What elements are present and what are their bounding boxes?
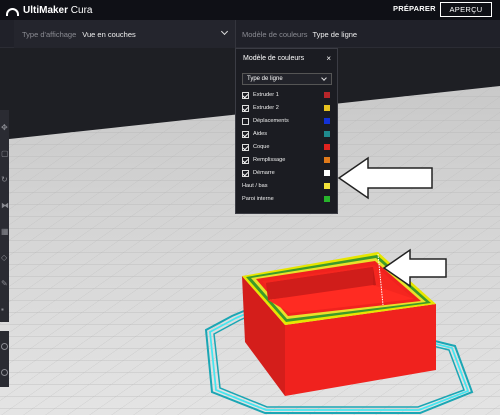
left-toolbar: ✥ ▢ ↻ ⧓ ▦ ◇ ✎ ▪ [0, 110, 9, 322]
info-icon[interactable] [1, 343, 8, 350]
legend-row-travels[interactable]: Déplacements [242, 116, 332, 126]
left-toolbar-bottom [0, 331, 9, 387]
support-blocker-icon[interactable]: ◇ [1, 254, 8, 262]
color-swatch [324, 92, 330, 98]
chevron-down-icon [220, 27, 229, 36]
color-model-label: Modèle de couleurs [242, 29, 308, 39]
legend-row-starts[interactable]: Démarre [242, 168, 332, 178]
preview-tab[interactable]: APERÇU [440, 2, 492, 17]
color-swatch [324, 131, 330, 137]
mirror-tool-icon[interactable]: ⧓ [1, 202, 9, 210]
rotate-tool-icon[interactable]: ↻ [1, 176, 8, 184]
legend-row-extruder-2[interactable]: Extruder 2 [242, 103, 332, 113]
checkbox[interactable] [242, 130, 249, 138]
move-tool-icon[interactable]: ✥ [1, 124, 8, 132]
legend-row-infill[interactable]: Remplissage [242, 155, 332, 165]
legend-row-helpers[interactable]: Aides [242, 129, 332, 139]
layer-icon[interactable]: ▪ [1, 306, 8, 314]
scale-tool-icon[interactable]: ▢ [1, 150, 9, 158]
popup-title: Modèle de couleurs [243, 55, 305, 62]
checkbox[interactable] [242, 104, 249, 112]
app-name: UltiMaker Cura [23, 4, 93, 16]
color-swatch [324, 105, 330, 111]
color-swatch [324, 183, 330, 189]
color-swatch [324, 170, 330, 176]
legend-row-top-bottom: Haut / bas [242, 181, 332, 191]
color-swatch [324, 196, 330, 202]
ultimaker-logo-icon [6, 7, 19, 16]
chevron-down-icon [321, 75, 327, 81]
per-model-settings-icon[interactable]: ▦ [1, 228, 9, 236]
line-type-dropdown-value: Type de ligne [247, 76, 283, 82]
app-logo: UltiMaker Cura [6, 5, 92, 16]
view-type-select[interactable]: Type d'affichage Vue en couches [14, 20, 236, 48]
color-model-popup: Modèle de couleurs × Type de ligne Extru… [235, 48, 338, 214]
pencil-icon[interactable]: ✎ [1, 280, 8, 288]
color-model-value: Type de ligne [312, 29, 358, 39]
view-type-label: Type d'affichage [22, 29, 77, 39]
color-swatch [324, 157, 330, 163]
color-swatch [324, 144, 330, 150]
checkbox[interactable] [242, 156, 249, 164]
line-type-dropdown[interactable]: Type de ligne [242, 73, 332, 85]
clock-icon[interactable] [1, 369, 8, 376]
top-bar: UltiMaker Cura PRÉPARER APERÇU [0, 0, 500, 20]
color-swatch [324, 118, 330, 124]
checkbox[interactable] [242, 91, 249, 99]
checkbox[interactable] [242, 169, 249, 177]
legend-row-shell[interactable]: Coque [242, 142, 332, 152]
prepare-tab[interactable]: PRÉPARER [393, 4, 436, 13]
close-icon[interactable]: × [326, 54, 331, 63]
legend-row-extruder-1[interactable]: Extruder 1 [242, 90, 332, 100]
checkbox[interactable] [242, 143, 249, 151]
legend-row-inner-wall: Paroi interne [242, 194, 332, 204]
checkbox[interactable] [242, 117, 249, 125]
view-type-value: Vue en couches [82, 29, 136, 39]
color-model-select[interactable]: Modèle de couleurs Type de ligne [236, 20, 500, 48]
